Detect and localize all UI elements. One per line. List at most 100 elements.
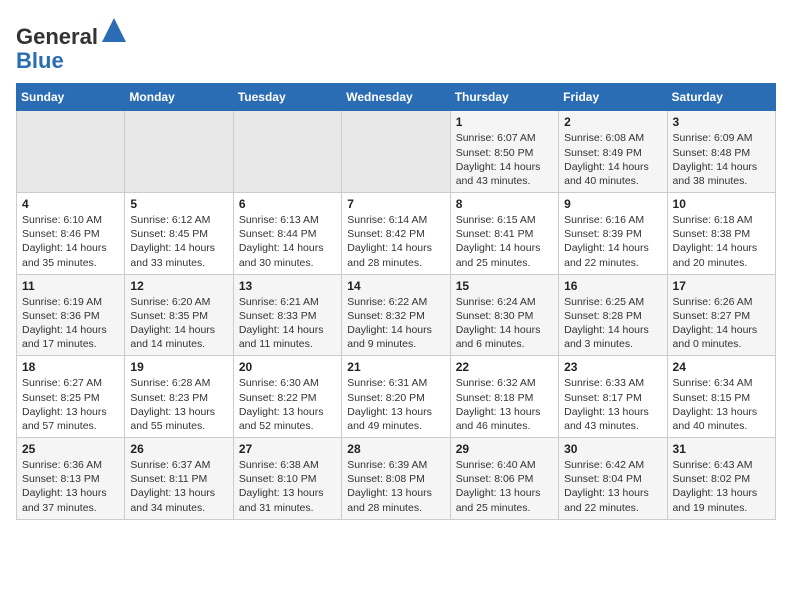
day-info: Sunrise: 6:08 AMSunset: 8:49 PMDaylight:…: [564, 131, 661, 188]
day-number: 4: [22, 197, 119, 211]
calendar-cell: 25Sunrise: 6:36 AMSunset: 8:13 PMDayligh…: [17, 438, 125, 520]
calendar-cell: 2 Sunrise: 6:08 AMSunset: 8:49 PMDaylight…: [559, 111, 667, 193]
calendar-cell: [17, 111, 125, 193]
calendar-week-4: 18Sunrise: 6:27 AMSunset: 8:25 PMDayligh…: [17, 356, 776, 438]
calendar-cell: 21 Sunrise: 6:31 AMSunset: 8:20 PMDayligh…: [342, 356, 450, 438]
day-info: Sunrise: 6:42 AMSunset: 8:04 PMDaylight:…: [564, 458, 661, 515]
calendar-cell: 7 Sunrise: 6:14 AMSunset: 8:42 PMDaylight…: [342, 193, 450, 275]
calendar-cell: 9 Sunrise: 6:16 AMSunset: 8:39 PMDaylight…: [559, 193, 667, 275]
calendar-cell: 26 Sunrise: 6:37 AMSunset: 8:11 PMDayligh…: [125, 438, 233, 520]
day-info: Sunrise: 6:15 AMSunset: 8:41 PMDaylight:…: [456, 213, 553, 270]
weekday-sunday: Sunday: [17, 84, 125, 111]
weekday-thursday: Thursday: [450, 84, 558, 111]
calendar-cell: 8Sunrise: 6:15 AMSunset: 8:41 PMDaylight…: [450, 193, 558, 275]
day-info: Sunrise: 6:32 AMSunset: 8:18 PMDaylight:…: [456, 376, 553, 433]
day-number: 6: [239, 197, 336, 211]
day-number: 10: [673, 197, 770, 211]
weekday-friday: Friday: [559, 84, 667, 111]
day-info: Sunrise: 6:30 AMSunset: 8:22 PMDaylight:…: [239, 376, 336, 433]
day-number: 26: [130, 442, 227, 456]
calendar-cell: 19 Sunrise: 6:28 AMSunset: 8:23 PMDayligh…: [125, 356, 233, 438]
calendar-cell: 27 Sunrise: 6:38 AMSunset: 8:10 PMDayligh…: [233, 438, 341, 520]
day-number: 18: [22, 360, 119, 374]
weekday-header-row: SundayMondayTuesdayWednesdayThursdayFrid…: [17, 84, 776, 111]
calendar-cell: 20 Sunrise: 6:30 AMSunset: 8:22 PMDayligh…: [233, 356, 341, 438]
calendar-cell: 1 Sunrise: 6:07 AMSunset: 8:50 PMDaylight…: [450, 111, 558, 193]
calendar-cell: [233, 111, 341, 193]
calendar-week-3: 11 Sunrise: 6:19 AMSunset: 8:36 PMDayligh…: [17, 274, 776, 356]
day-number: 14: [347, 279, 444, 293]
calendar-cell: 3 Sunrise: 6:09 AMSunset: 8:48 PMDaylight…: [667, 111, 775, 193]
calendar-cell: 24 Sunrise: 6:34 AMSunset: 8:15 PMDayligh…: [667, 356, 775, 438]
day-info: Sunrise: 6:09 AMSunset: 8:48 PMDaylight:…: [673, 131, 770, 188]
calendar-week-2: 4 Sunrise: 6:10 AMSunset: 8:46 PMDaylight…: [17, 193, 776, 275]
day-info: Sunrise: 6:14 AMSunset: 8:42 PMDaylight:…: [347, 213, 444, 270]
logo-blue-text: Blue: [16, 49, 128, 73]
calendar-cell: 6 Sunrise: 6:13 AMSunset: 8:44 PMDaylight…: [233, 193, 341, 275]
calendar-cell: 13Sunrise: 6:21 AMSunset: 8:33 PMDayligh…: [233, 274, 341, 356]
logo-icon: [100, 16, 128, 44]
weekday-tuesday: Tuesday: [233, 84, 341, 111]
calendar-cell: [342, 111, 450, 193]
calendar-week-1: 1 Sunrise: 6:07 AMSunset: 8:50 PMDaylight…: [17, 111, 776, 193]
calendar-table: SundayMondayTuesdayWednesdayThursdayFrid…: [16, 83, 776, 519]
day-info: Sunrise: 6:26 AMSunset: 8:27 PMDaylight:…: [673, 295, 770, 352]
day-number: 1: [456, 115, 553, 129]
day-number: 20: [239, 360, 336, 374]
page-header: General Blue: [16, 16, 776, 73]
day-info: Sunrise: 6:39 AMSunset: 8:08 PMDaylight:…: [347, 458, 444, 515]
day-info: Sunrise: 6:13 AMSunset: 8:44 PMDaylight:…: [239, 213, 336, 270]
day-number: 3: [673, 115, 770, 129]
day-number: 31: [673, 442, 770, 456]
weekday-monday: Monday: [125, 84, 233, 111]
day-info: Sunrise: 6:07 AMSunset: 8:50 PMDaylight:…: [456, 131, 553, 188]
day-number: 21: [347, 360, 444, 374]
weekday-wednesday: Wednesday: [342, 84, 450, 111]
day-number: 11: [22, 279, 119, 293]
day-info: Sunrise: 6:25 AMSunset: 8:28 PMDaylight:…: [564, 295, 661, 352]
logo-blue: Blue: [16, 48, 64, 73]
day-info: Sunrise: 6:40 AMSunset: 8:06 PMDaylight:…: [456, 458, 553, 515]
day-number: 25: [22, 442, 119, 456]
day-info: Sunrise: 6:34 AMSunset: 8:15 PMDaylight:…: [673, 376, 770, 433]
day-info: Sunrise: 6:21 AMSunset: 8:33 PMDaylight:…: [239, 295, 336, 352]
calendar-cell: 4 Sunrise: 6:10 AMSunset: 8:46 PMDaylight…: [17, 193, 125, 275]
calendar-cell: 28 Sunrise: 6:39 AMSunset: 8:08 PMDayligh…: [342, 438, 450, 520]
day-number: 30: [564, 442, 661, 456]
day-number: 27: [239, 442, 336, 456]
day-number: 2: [564, 115, 661, 129]
day-info: Sunrise: 6:19 AMSunset: 8:36 PMDaylight:…: [22, 295, 119, 352]
day-info: Sunrise: 6:20 AMSunset: 8:35 PMDaylight:…: [130, 295, 227, 352]
calendar-cell: 23 Sunrise: 6:33 AMSunset: 8:17 PMDayligh…: [559, 356, 667, 438]
day-number: 19: [130, 360, 227, 374]
logo-text: General: [16, 16, 128, 49]
calendar-cell: 12Sunrise: 6:20 AMSunset: 8:35 PMDayligh…: [125, 274, 233, 356]
day-number: 24: [673, 360, 770, 374]
day-info: Sunrise: 6:33 AMSunset: 8:17 PMDaylight:…: [564, 376, 661, 433]
calendar-cell: 14 Sunrise: 6:22 AMSunset: 8:32 PMDayligh…: [342, 274, 450, 356]
calendar-cell: 30 Sunrise: 6:42 AMSunset: 8:04 PMDayligh…: [559, 438, 667, 520]
day-info: Sunrise: 6:18 AMSunset: 8:38 PMDaylight:…: [673, 213, 770, 270]
day-number: 23: [564, 360, 661, 374]
calendar-cell: 16 Sunrise: 6:25 AMSunset: 8:28 PMDayligh…: [559, 274, 667, 356]
day-number: 9: [564, 197, 661, 211]
day-info: Sunrise: 6:10 AMSunset: 8:46 PMDaylight:…: [22, 213, 119, 270]
calendar-cell: 31 Sunrise: 6:43 AMSunset: 8:02 PMDayligh…: [667, 438, 775, 520]
calendar-cell: 22Sunrise: 6:32 AMSunset: 8:18 PMDayligh…: [450, 356, 558, 438]
day-info: Sunrise: 6:38 AMSunset: 8:10 PMDaylight:…: [239, 458, 336, 515]
logo-general: General: [16, 24, 98, 49]
day-info: Sunrise: 6:37 AMSunset: 8:11 PMDaylight:…: [130, 458, 227, 515]
day-number: 28: [347, 442, 444, 456]
day-info: Sunrise: 6:24 AMSunset: 8:30 PMDaylight:…: [456, 295, 553, 352]
day-number: 16: [564, 279, 661, 293]
day-info: Sunrise: 6:31 AMSunset: 8:20 PMDaylight:…: [347, 376, 444, 433]
day-info: Sunrise: 6:43 AMSunset: 8:02 PMDaylight:…: [673, 458, 770, 515]
day-info: Sunrise: 6:22 AMSunset: 8:32 PMDaylight:…: [347, 295, 444, 352]
day-info: Sunrise: 6:16 AMSunset: 8:39 PMDaylight:…: [564, 213, 661, 270]
day-info: Sunrise: 6:28 AMSunset: 8:23 PMDaylight:…: [130, 376, 227, 433]
day-number: 7: [347, 197, 444, 211]
day-number: 5: [130, 197, 227, 211]
calendar-cell: 17Sunrise: 6:26 AMSunset: 8:27 PMDayligh…: [667, 274, 775, 356]
calendar-cell: 11 Sunrise: 6:19 AMSunset: 8:36 PMDayligh…: [17, 274, 125, 356]
calendar-cell: 5Sunrise: 6:12 AMSunset: 8:45 PMDaylight…: [125, 193, 233, 275]
